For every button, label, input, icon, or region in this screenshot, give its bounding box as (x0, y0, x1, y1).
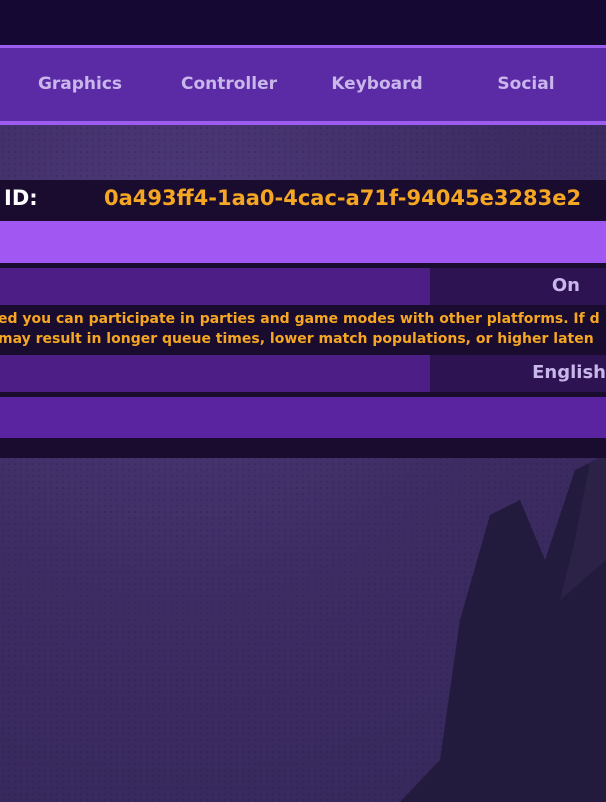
account-id-value: 0a493ff4-1aa0-4cac-a71f-94045e3283e2 (104, 186, 582, 210)
description-line-2: may result in longer queue times, lower … (0, 331, 594, 347)
account-id-label: ID: (4, 186, 38, 210)
setting-row-empty[interactable] (0, 397, 606, 438)
crossplay-toggle[interactable]: On (430, 268, 606, 305)
crossplay-description: ed you can participate in parties and ga… (0, 305, 606, 355)
crossplay-setting-row[interactable] (0, 268, 430, 305)
language-setting-row[interactable] (0, 355, 430, 392)
language-selector[interactable]: English (430, 355, 606, 392)
description-line-1: ed you can participate in parties and ga… (0, 311, 600, 327)
account-id-row: ID: 0a493ff4-1aa0-4cac-a71f-94045e3283e2 (0, 180, 606, 221)
panel-bottom-border (0, 438, 606, 458)
language-value: English (532, 362, 606, 383)
crossplay-value: On (551, 275, 580, 296)
section-header-bar (0, 221, 606, 263)
